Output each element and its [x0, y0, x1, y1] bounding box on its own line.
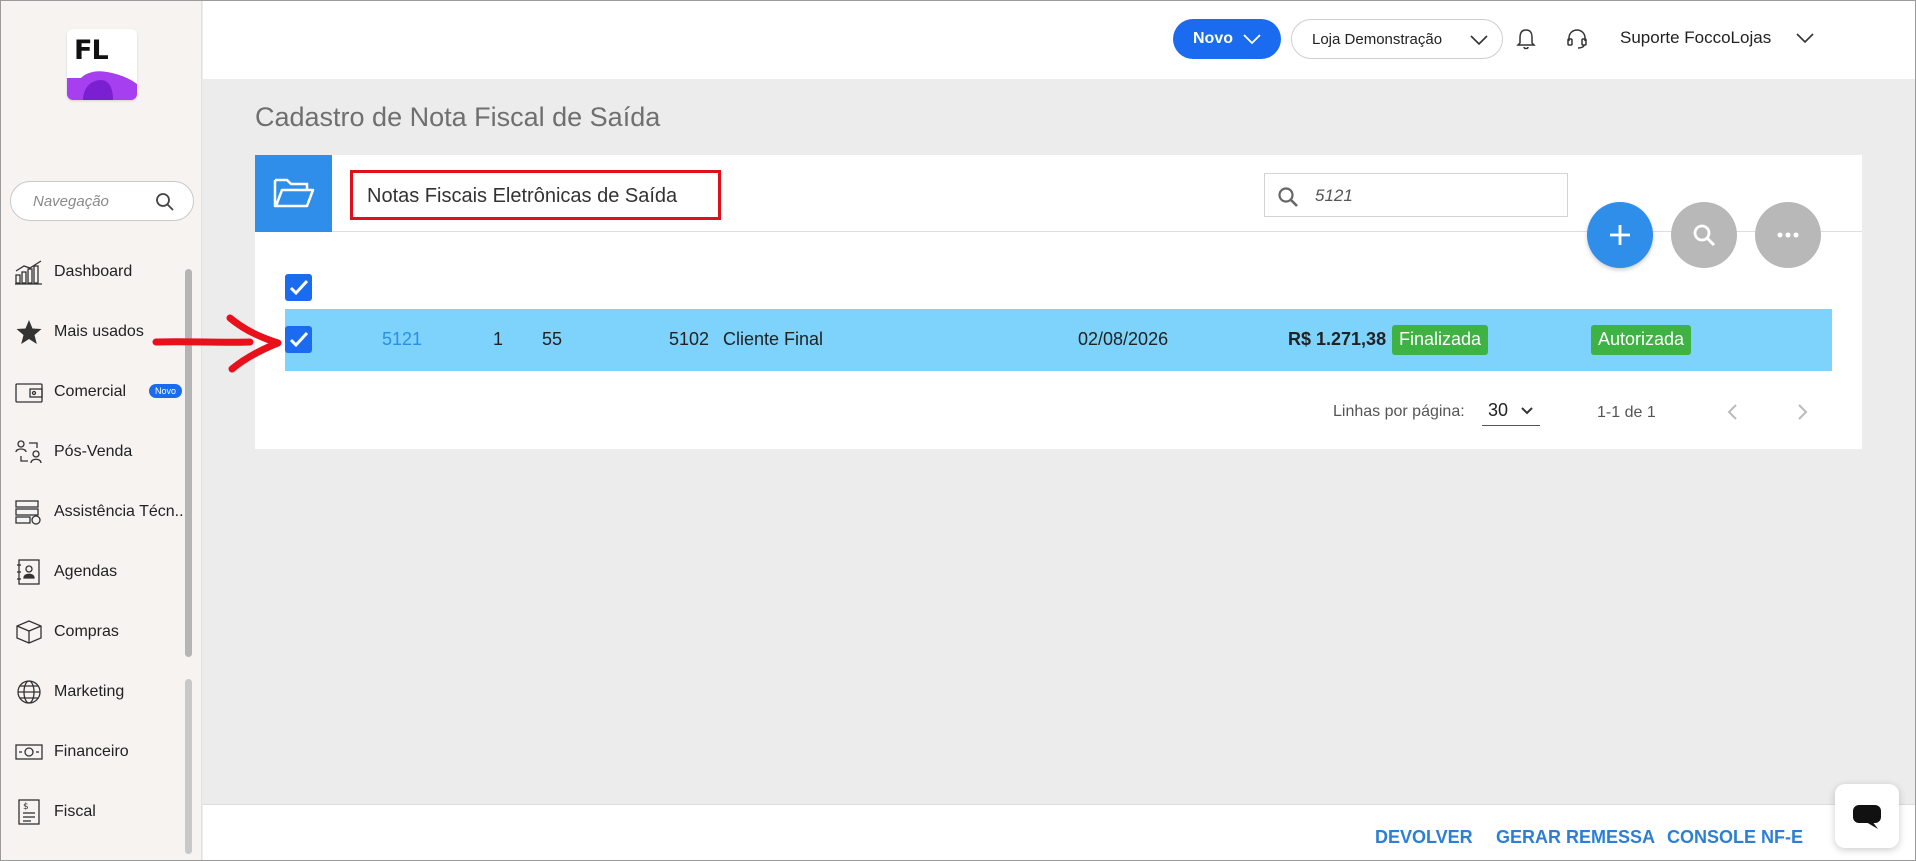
sidebar-item-label: Marketing [54, 683, 125, 700]
chevron-down-icon [1521, 407, 1533, 415]
select-all-checkbox[interactable] [285, 274, 312, 301]
add-button[interactable] [1587, 202, 1653, 268]
globe-icon [17, 680, 41, 704]
pagination-range: 1-1 de 1 [1597, 404, 1656, 421]
folder-tile [255, 155, 332, 232]
exchange-people-icon [15, 440, 42, 464]
footer-actions: DEVOLVER GERAR REMESSA CONSOLE NF-E [203, 804, 1915, 860]
navigation-search-input[interactable]: Navegação [10, 181, 194, 221]
checkmark-icon [289, 279, 309, 296]
row-checkbox[interactable] [285, 326, 312, 353]
new-button-label: Novo [1193, 30, 1233, 47]
sidebar-item-marketing[interactable]: Marketing [1, 669, 185, 713]
star-icon [16, 320, 42, 344]
rows-per-page-value: 30 [1488, 400, 1509, 420]
top-header: Novo Loja Demonstração Suporte FoccoLoja… [203, 1, 1915, 79]
svg-text:$: $ [23, 802, 29, 812]
box-icon [16, 620, 42, 644]
search-icon [1693, 224, 1716, 247]
advanced-search-button[interactable] [1671, 202, 1737, 268]
page-title: Cadastro de Nota Fiscal de Saída [255, 102, 661, 132]
sidebar-item-pos-venda[interactable]: Pós-Venda [1, 429, 185, 473]
cell-cliente: Cliente Final [723, 329, 824, 349]
sidebar-item-financeiro[interactable]: Financeiro [1, 729, 185, 773]
sidebar-item-label: Pós-Venda [54, 443, 133, 460]
cell-valor: R$ 1.271,38 [1288, 329, 1387, 349]
chat-button[interactable] [1835, 784, 1899, 848]
card-title-highlight: Notas Fiscais Eletrônicas de Saída [350, 170, 721, 220]
chart-bars-icon [15, 260, 42, 285]
annotation-arrow-icon [152, 314, 282, 373]
bell-icon[interactable] [1516, 28, 1536, 50]
sidebar: FL Navegação Dashboard Mais usados Comer… [1, 1, 202, 860]
search-icon [156, 193, 174, 211]
user-menu[interactable]: Suporte FoccoLojas [1620, 28, 1814, 48]
nfe-list-card: Notas Fiscais Eletrônicas de Saída 5121 [255, 155, 1862, 449]
navigation-search-placeholder: Navegação [33, 193, 109, 210]
sidebar-item-label: Assistência Técn... [54, 503, 188, 520]
search-icon [1278, 187, 1298, 207]
devolver-button[interactable]: DEVOLVER [1375, 827, 1473, 848]
sefaz-status-badge: Autorizada [1591, 325, 1692, 355]
plus-icon [1610, 225, 1630, 245]
cell-modelo: 55 [542, 329, 563, 349]
chevron-down-icon [1470, 35, 1488, 46]
sidebar-item-fiscal[interactable]: $ Fiscal [1, 789, 185, 833]
card-search-value: 5121 [1315, 186, 1353, 205]
rows-per-page-select[interactable]: 30 [1482, 398, 1540, 426]
checkmark-icon [289, 331, 309, 348]
sidebar-item-label: Dashboard [54, 263, 133, 280]
chevron-left-icon[interactable] [1726, 402, 1740, 422]
sidebar-item-agendas[interactable]: Agendas [1, 549, 185, 593]
server-gear-icon [15, 500, 41, 525]
table-row[interactable]: 5121 1 55 5102 Cliente Final 02/08/2026 … [285, 309, 1832, 371]
wallet-icon [15, 383, 43, 403]
logo-swoosh-icon [67, 71, 137, 100]
user-name: Suporte FoccoLojas [1620, 28, 1772, 47]
sidebar-item-label: Agendas [54, 563, 118, 580]
sidebar-item-comercial[interactable]: Comercial Novo [1, 369, 185, 413]
chevron-down-icon [1243, 34, 1261, 45]
chat-bubble-icon [1853, 805, 1881, 829]
headset-icon[interactable] [1566, 28, 1588, 50]
cell-cfop: 5102 [669, 329, 710, 349]
new-badge: Novo [149, 384, 183, 398]
sidebar-item-label: Comercial [54, 383, 127, 400]
store-select[interactable]: Loja Demonstração [1291, 19, 1503, 59]
status-badge: Finalizada [1392, 325, 1489, 355]
folder-open-icon [273, 178, 315, 208]
cell-serie: 1 [493, 329, 504, 349]
receipt-icon: $ [18, 799, 40, 825]
cash-icon [15, 744, 43, 760]
console-nfe-button[interactable]: CONSOLE NF-E [1667, 827, 1803, 848]
rows-per-page-label: Linhas por página: [1333, 403, 1465, 420]
contact-book-icon [17, 559, 40, 585]
sidebar-item-label: Financeiro [54, 743, 129, 760]
more-horizontal-icon [1777, 232, 1799, 238]
sidebar-item-dashboard[interactable]: Dashboard [1, 249, 185, 293]
sidebar-item-label: Fiscal [54, 803, 96, 820]
cell-numero-link[interactable]: 5121 [382, 329, 422, 350]
cell-data: 02/08/2026 [1078, 329, 1169, 349]
sidebar-item-assistencia-tecnica[interactable]: Assistência Técn... [1, 489, 188, 533]
sidebar-scrollbar-thumb-lower[interactable] [185, 679, 192, 854]
sidebar-item-label: Compras [54, 623, 119, 640]
sidebar-item-label: Mais usados [54, 323, 144, 340]
store-select-value: Loja Demonstração [1312, 31, 1443, 48]
gerar-remessa-button[interactable]: GERAR REMESSA [1496, 827, 1655, 848]
more-options-button[interactable] [1755, 202, 1821, 268]
card-title: Notas Fiscais Eletrônicas de Saída [367, 185, 678, 207]
sidebar-item-compras[interactable]: Compras [1, 609, 185, 653]
chevron-down-icon [1796, 33, 1814, 44]
logo-text: FL [74, 35, 109, 66]
card-search-input[interactable]: 5121 [1264, 173, 1568, 217]
app-logo[interactable]: FL [67, 29, 137, 100]
new-button[interactable]: Novo [1173, 19, 1281, 59]
chevron-right-icon[interactable] [1795, 402, 1809, 422]
